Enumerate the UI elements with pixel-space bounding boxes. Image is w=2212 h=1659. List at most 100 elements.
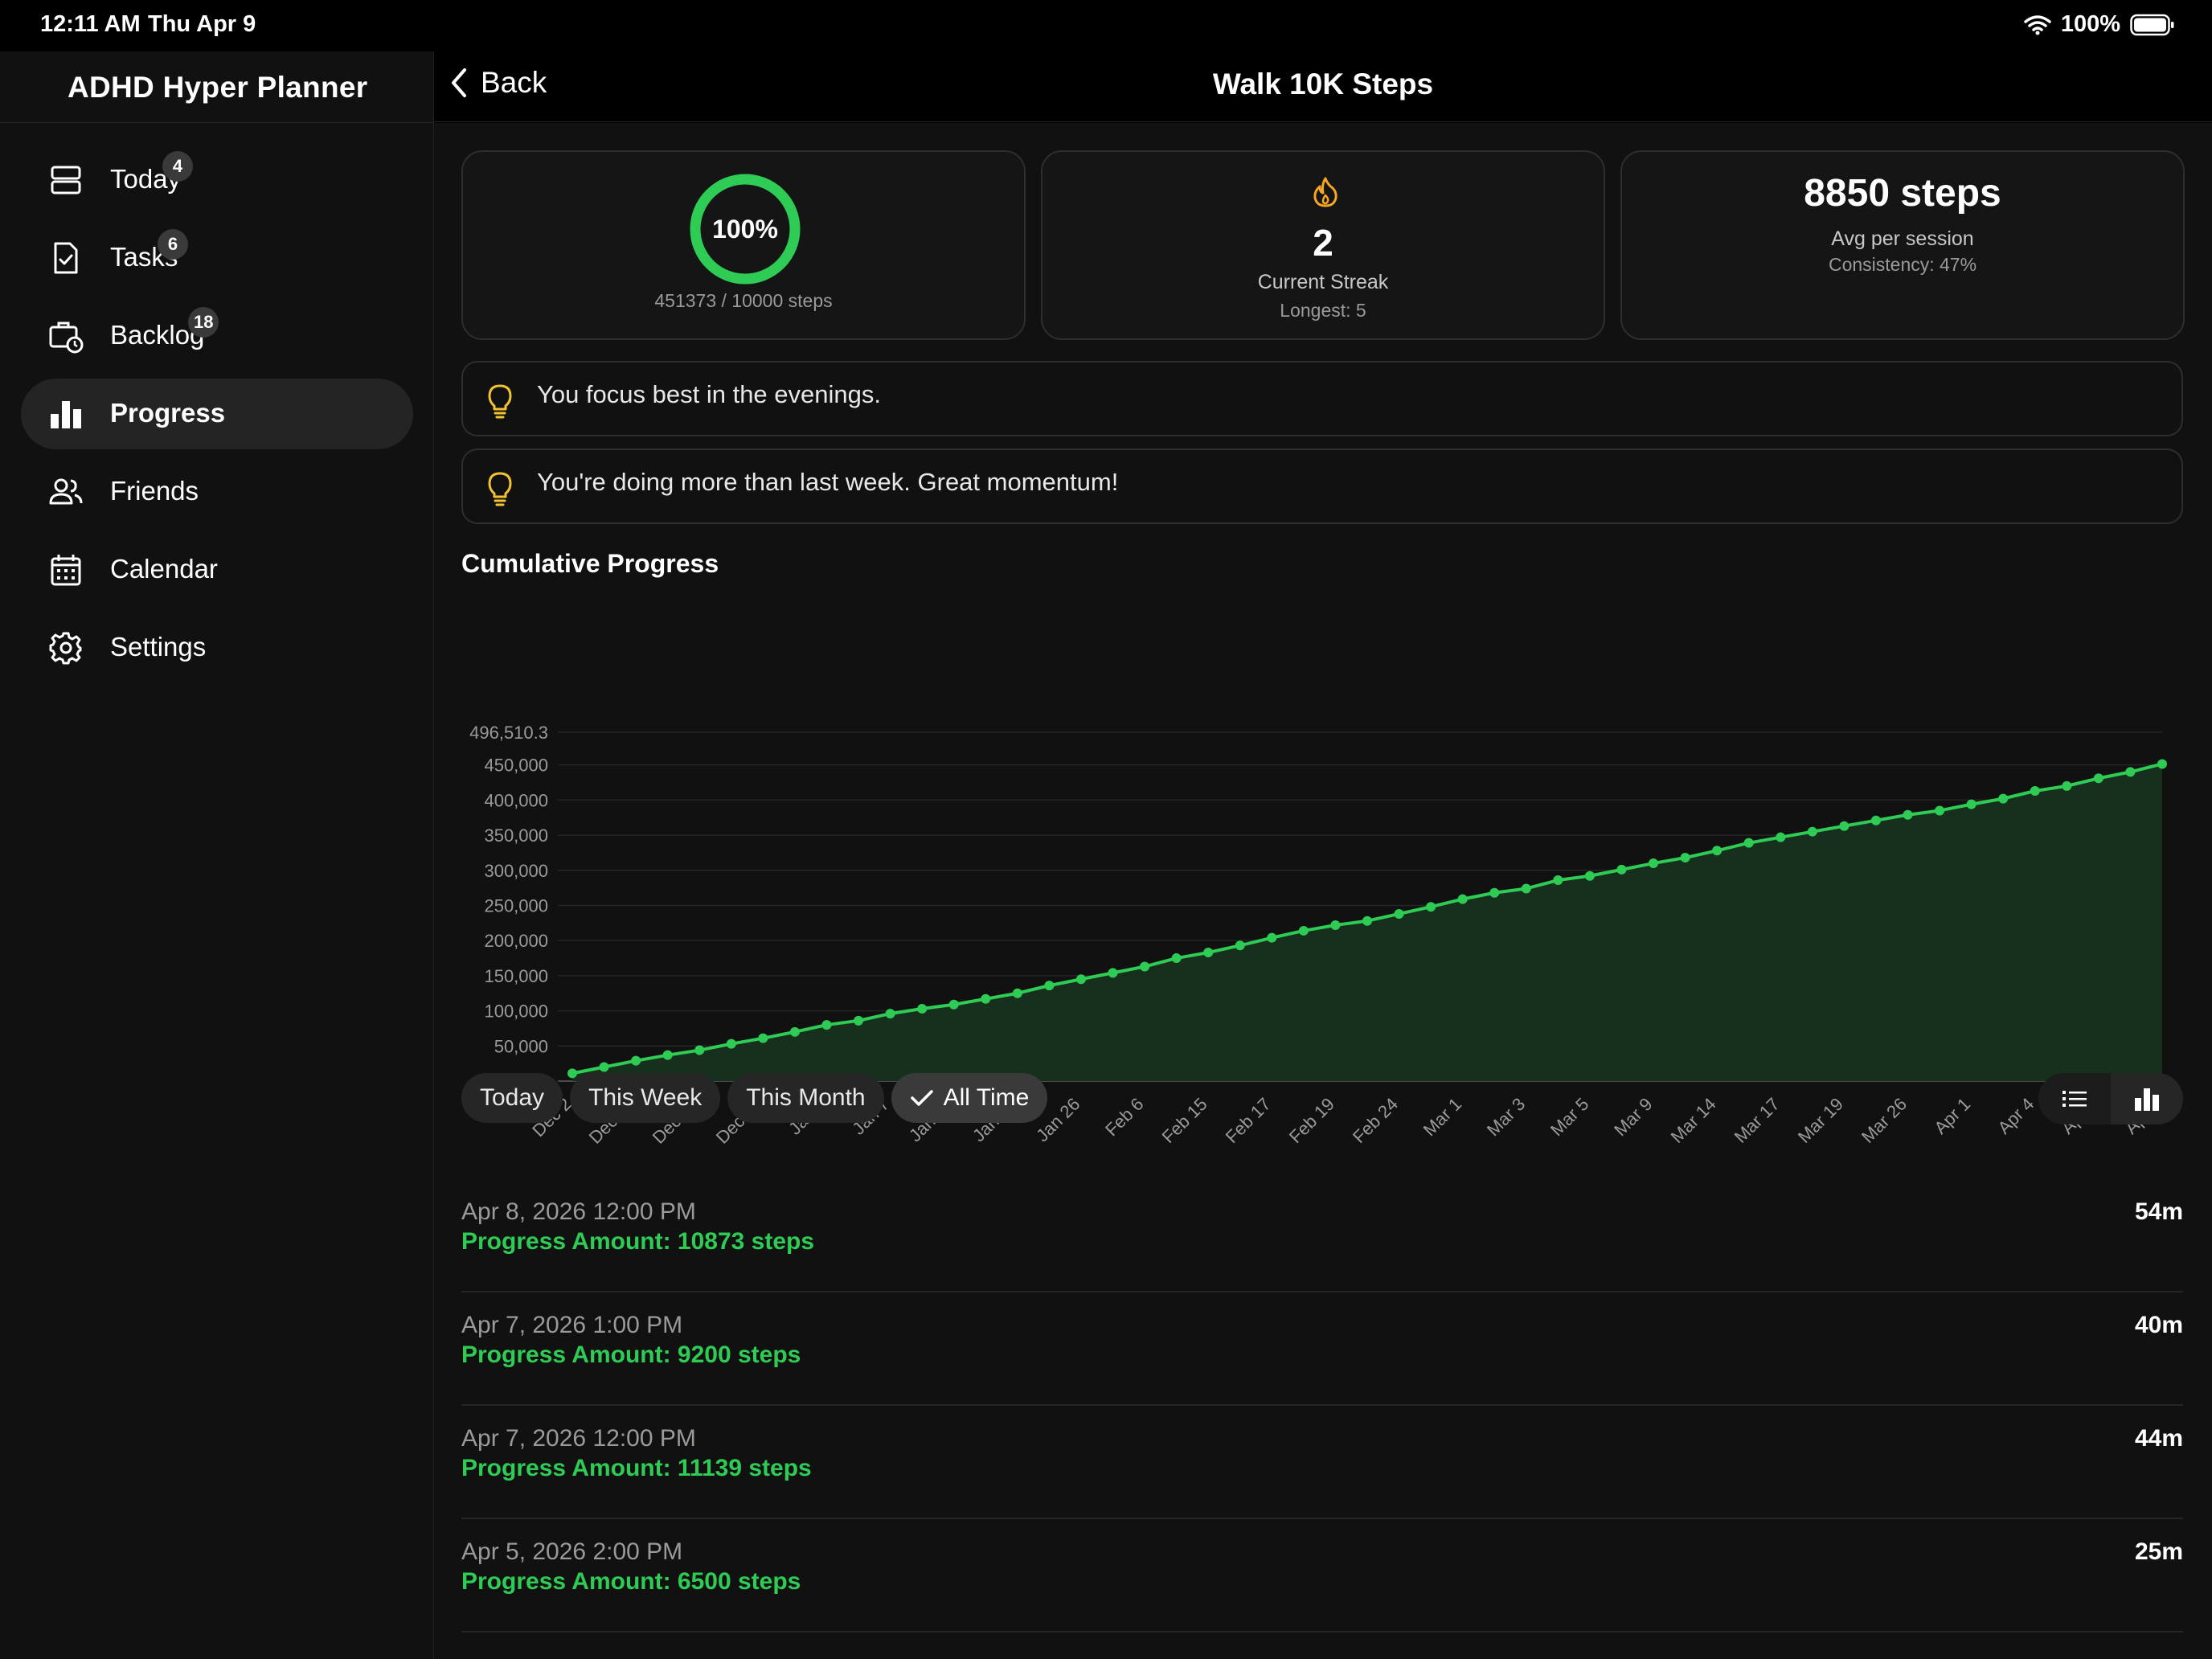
list-item[interactable]: Apr 7, 2026 12:00 PM Progress Amount: 11… (461, 1406, 2183, 1519)
data-point (1203, 948, 1214, 958)
data-point (981, 993, 991, 1004)
lightbulb-icon (488, 384, 512, 419)
insight-card: You focus best in the evenings. (461, 361, 2183, 436)
x-tick-label: Feb 6 (1101, 1094, 1147, 1140)
list-view-button[interactable] (2038, 1073, 2111, 1124)
progress-entries-list: Apr 8, 2026 12:00 PM Progress Amount: 10… (461, 1179, 2183, 1632)
filter-label: This Month (746, 1084, 866, 1111)
entry-date: Apr 7, 2026 1:00 PM (461, 1312, 683, 1338)
lightbulb-icon (488, 472, 512, 506)
data-point (631, 1055, 641, 1066)
list-icon (2062, 1091, 2087, 1107)
x-tick-label: Mar 14 (1667, 1094, 1720, 1147)
y-tick-label: 300,000 (484, 861, 548, 881)
list-item[interactable]: Apr 7, 2026 1:00 PM Progress Amount: 920… (461, 1292, 2183, 1406)
flame-icon (1313, 177, 1337, 207)
data-point (1330, 920, 1341, 930)
sidebar-item-label: Progress (110, 398, 226, 428)
insight-text: You focus best in the evenings. (537, 380, 881, 408)
data-point (1553, 875, 1563, 886)
status-time: 12:11 AM (40, 11, 141, 37)
sidebar-item-progress[interactable]: Progress (21, 379, 413, 449)
chart-view-button[interactable] (2111, 1073, 2183, 1124)
data-point (1616, 864, 1627, 875)
y-tick-label: 200,000 (484, 931, 548, 951)
settings-icon (49, 632, 82, 665)
data-point (1298, 925, 1309, 936)
list-item[interactable]: Apr 8, 2026 12:00 PM Progress Amount: 10… (461, 1179, 2183, 1292)
progress-icon (51, 401, 81, 428)
sidebar-item-today[interactable]: Today 4 (21, 145, 413, 215)
y-tick-label: 400,000 (484, 790, 548, 810)
time-filter-bar: Today This Week This Month All Time (461, 1073, 1048, 1123)
entry-amount: Progress Amount: 11139 steps (461, 1455, 812, 1481)
list-item[interactable]: Apr 5, 2026 2:00 PM Progress Amount: 650… (461, 1519, 2183, 1632)
data-point (1712, 846, 1722, 856)
sidebar-item-tasks[interactable]: Tasks 6 (21, 223, 413, 293)
data-point (1935, 805, 1945, 816)
view-toggle (2038, 1073, 2183, 1124)
filter-all-time[interactable]: All Time (891, 1073, 1048, 1123)
data-point (948, 999, 959, 1010)
data-point (1998, 793, 2009, 804)
completion-detail: 451373 / 10000 steps (654, 290, 833, 311)
data-point (917, 1003, 928, 1014)
data-point (2125, 767, 2136, 777)
entry-date: Apr 8, 2026 12:00 PM (461, 1198, 696, 1225)
data-point (1171, 953, 1182, 964)
data-point (726, 1038, 736, 1049)
filter-this-week[interactable]: This Week (570, 1073, 721, 1123)
consistency-value: Consistency: 47% (1828, 254, 1977, 275)
sidebar-item-label: Settings (110, 632, 207, 662)
page-header: Walk 10K Steps Back (434, 51, 2212, 122)
filter-today[interactable]: Today (461, 1073, 563, 1123)
average-label: Avg per session (1831, 227, 1974, 250)
x-tick-label: Apr 1 (1930, 1094, 1974, 1138)
average-value: 8850 steps (1804, 172, 2001, 215)
x-tick-label: Mar 19 (1794, 1094, 1847, 1147)
data-point (1267, 932, 1277, 943)
x-tick-label: Mar 3 (1483, 1094, 1529, 1140)
y-tick-label: 150,000 (484, 966, 548, 986)
x-tick-label: Apr 4 (1993, 1094, 2038, 1138)
sidebar-item-calendar[interactable]: Calendar (21, 535, 413, 605)
sidebar-item-backlog[interactable]: Backlog 18 (21, 301, 413, 371)
data-point (1140, 961, 1150, 972)
data-point (885, 1009, 895, 1019)
average-card: 8850 steps Avg per session Consistency: … (1620, 150, 2185, 340)
data-point (1649, 858, 1659, 869)
entry-duration: 25m (2134, 1538, 2183, 1565)
entry-amount: Progress Amount: 10873 steps (461, 1228, 815, 1255)
data-point (758, 1033, 768, 1043)
data-point (1489, 887, 1500, 898)
streak-value: 2 (1313, 222, 1333, 264)
data-point (821, 1020, 832, 1030)
data-point (1776, 832, 1786, 842)
x-tick-label: Mar 1 (1419, 1094, 1465, 1140)
data-point (1044, 981, 1055, 991)
backlog-badge: 18 (188, 307, 219, 338)
completion-ring: 100% (689, 173, 801, 285)
data-point (599, 1062, 609, 1072)
sidebar-nav: Today 4 Tasks 6 Backlog 18 Progress Frie… (21, 145, 413, 690)
data-point (1807, 826, 1817, 837)
sidebar-item-friends[interactable]: Friends (21, 457, 413, 527)
x-tick-label: Mar 5 (1546, 1094, 1592, 1140)
today-badge: 4 (162, 151, 193, 182)
streak-card: 2 Current Streak Longest: 5 (1041, 150, 1605, 340)
tasks-icon (54, 242, 78, 274)
sidebar-item-settings[interactable]: Settings (21, 612, 413, 683)
filter-this-month[interactable]: This Month (727, 1073, 884, 1123)
sidebar-item-label: Calendar (110, 554, 218, 584)
data-point (1839, 821, 1849, 831)
data-point (1394, 908, 1404, 919)
bar-chart-icon (2135, 1088, 2159, 1111)
filter-label: All Time (943, 1084, 1030, 1111)
y-tick-label: 450,000 (484, 756, 548, 776)
back-button[interactable]: Back (449, 66, 547, 100)
data-point (1108, 968, 1118, 978)
main-content: 100% 451373 / 10000 steps 2 Current Stre… (434, 123, 2212, 1659)
status-right: 100% (2024, 11, 2175, 38)
x-tick-label: Feb 24 (1349, 1094, 1402, 1147)
y-tick-label: 350,000 (484, 825, 548, 846)
